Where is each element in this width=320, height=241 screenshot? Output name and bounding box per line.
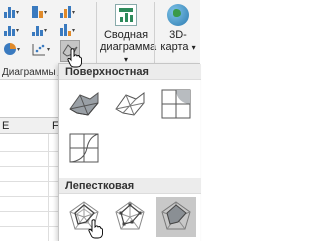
row-gridline [0, 226, 60, 227]
filled-radar-chart-option[interactable] [156, 197, 196, 237]
ribbon-separator [96, 2, 97, 64]
row-gridline [0, 181, 60, 182]
row-gridline [0, 196, 60, 197]
waterfall-chart-button[interactable]: ▾ [60, 6, 75, 18]
scatter-chart-icon [32, 44, 45, 56]
3d-map-button[interactable]: 3D- карта ▾ [158, 2, 198, 54]
worksheet: E F [0, 81, 60, 241]
surface-radar-chart-button[interactable] [60, 40, 80, 62]
surface-chart-icon [62, 44, 78, 57]
line-chart-button[interactable]: ▾ [4, 24, 19, 36]
hierarchy-chart-icon [32, 6, 43, 18]
charts-group-label: Диаграммы [2, 67, 56, 78]
wireframe-contour-icon [69, 133, 99, 163]
contour-chart-option[interactable] [156, 84, 196, 124]
line-chart-icon [4, 24, 15, 36]
filled-radar-icon [161, 201, 191, 230]
ribbon-separator [154, 2, 155, 64]
surface-3d-chart-option[interactable] [64, 84, 104, 124]
wireframe-surface-3d-chart-option[interactable] [110, 84, 150, 124]
section-title-surface: Поверхностная [59, 64, 201, 80]
3d-map-label-line2: карта ▾ [160, 41, 196, 53]
waterfall-chart-icon [60, 6, 71, 18]
row-gridline [0, 151, 60, 152]
globe-icon [167, 4, 189, 26]
3d-map-label-line1: 3D- [169, 29, 187, 41]
radar-with-markers-chart-option[interactable] [110, 197, 150, 237]
combo-chart-icon [60, 24, 71, 36]
wireframe-surface-3d-icon [115, 92, 145, 116]
pie-chart-icon [4, 43, 16, 55]
row-gridline [0, 166, 60, 167]
column-chart-button[interactable]: ▾ [4, 6, 19, 18]
contour-icon [161, 89, 191, 119]
wireframe-contour-chart-option[interactable] [64, 128, 104, 168]
section-title-radar: Лепестковая [59, 178, 201, 194]
surface-3d-icon [69, 92, 99, 116]
pie-chart-button[interactable]: ▾ [4, 43, 20, 55]
column-chart-icon [4, 6, 15, 18]
combo-chart-button[interactable]: ▾ [60, 24, 75, 36]
radar-with-markers-icon [115, 201, 145, 230]
column-header-e[interactable]: E [2, 120, 9, 132]
row-gridline [0, 211, 60, 212]
statistic-chart-button[interactable]: ▾ [32, 24, 47, 36]
statistic-chart-icon [32, 24, 43, 36]
pivot-chart-button[interactable]: Сводная диаграмма ▾ [100, 2, 156, 66]
scatter-chart-button[interactable]: ▾ [32, 43, 50, 56]
column-header-row: E F [0, 117, 60, 134]
chart-gallery-dropdown: Поверхностная Лепестковая [58, 63, 201, 241]
hierarchy-chart-button[interactable]: ▾ [32, 6, 47, 18]
radar-icon [69, 201, 99, 230]
pivot-chart-label-line1: Сводная [103, 29, 149, 41]
pivot-chart-icon [115, 4, 137, 26]
radar-chart-option[interactable] [64, 197, 104, 237]
